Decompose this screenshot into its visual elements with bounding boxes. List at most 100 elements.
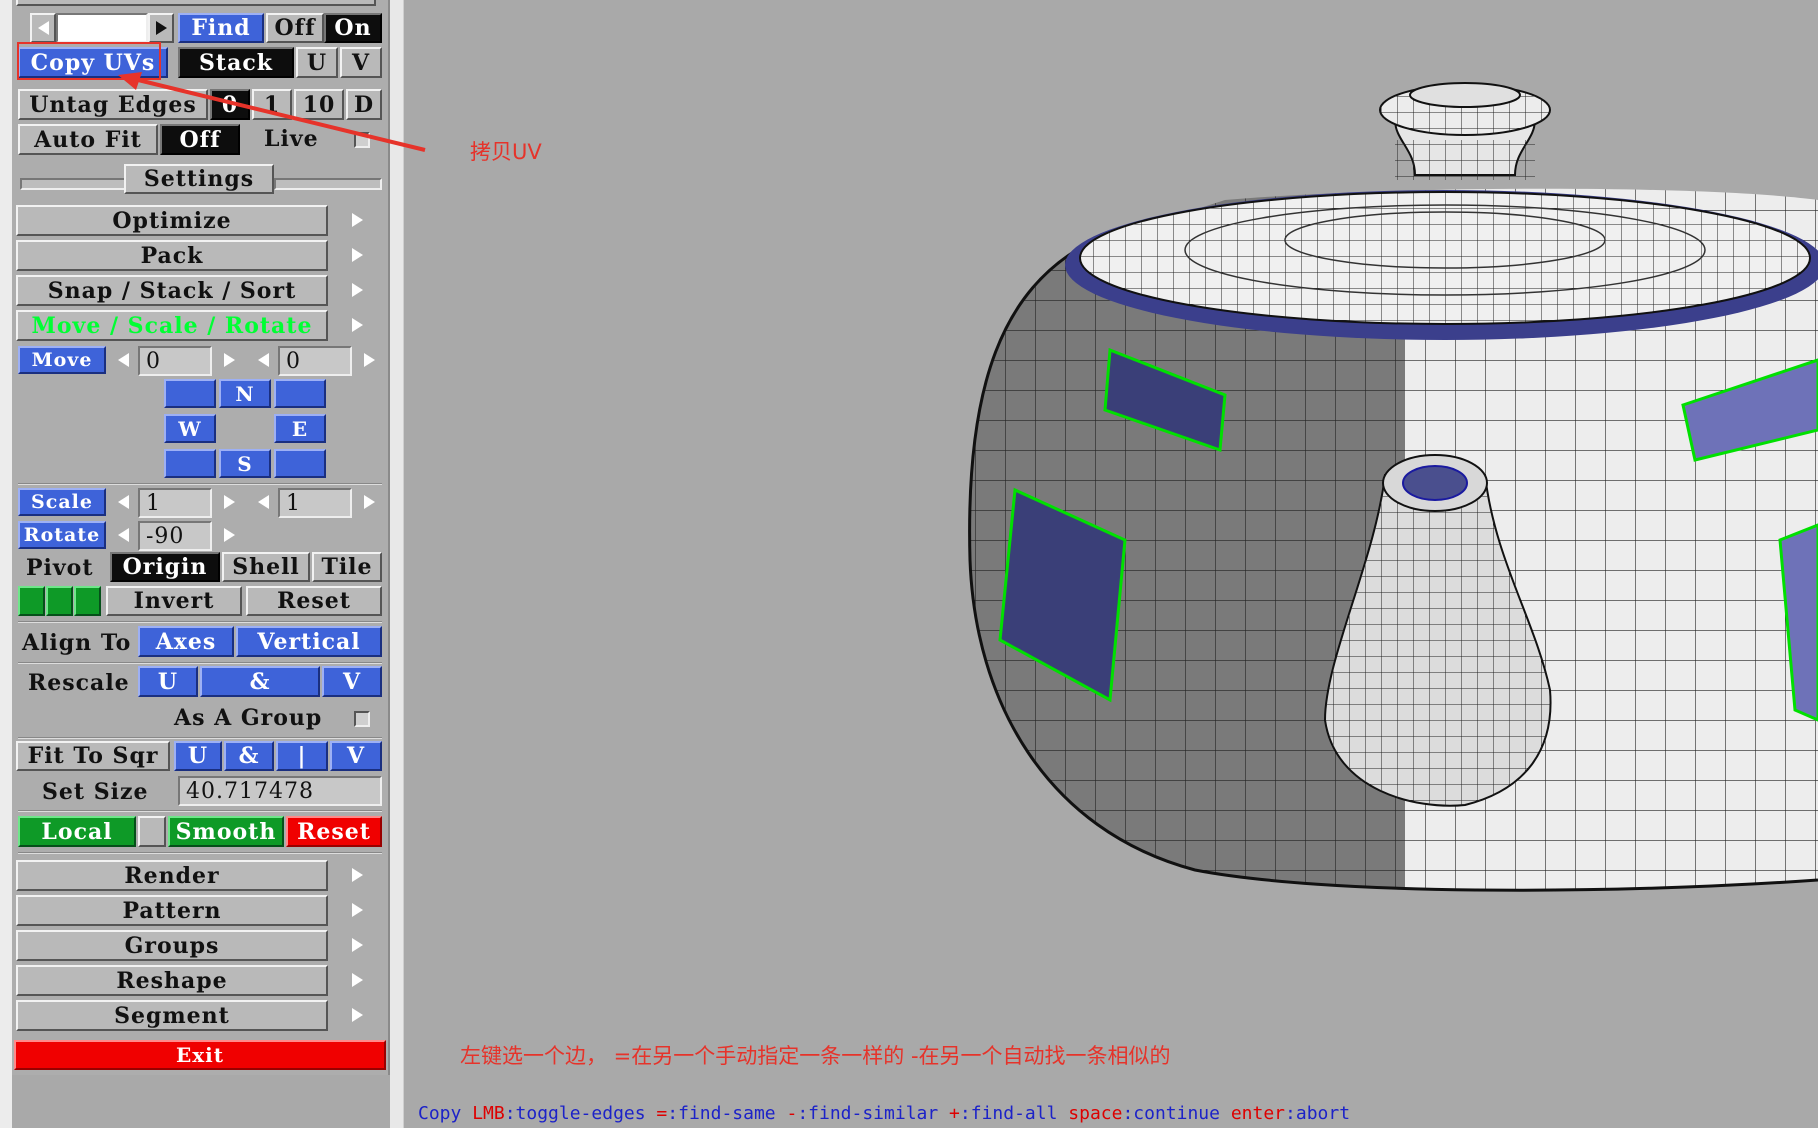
pattern-arrow-icon [352,903,363,917]
invert-separator [18,621,382,623]
rescale-u-button[interactable]: U [138,666,198,697]
local-button[interactable]: Local [18,816,136,847]
move-scale-arrow-icon [352,318,363,332]
status-part: :toggle-edges [504,1103,657,1124]
align-to-label: Align To [22,630,132,656]
status-part: :continue [1122,1103,1231,1124]
reset-pivot-button[interactable]: Reset [246,586,382,616]
groups-arrow-icon [352,938,363,952]
snap-arrow-icon [352,283,363,297]
align-vertical-button[interactable]: Vertical [236,626,382,657]
fit-bar-button[interactable]: | [276,741,328,771]
pack-arrow-icon [352,248,363,262]
scale-button[interactable]: Scale [18,488,106,516]
as-a-group-label: As A Group [174,705,323,731]
size-separator [18,810,382,812]
menu-groups[interactable]: Groups [16,930,328,961]
scale-x-dec-icon[interactable] [118,495,129,509]
move-ne-button[interactable] [274,379,326,408]
pivot-color-3[interactable] [74,586,101,616]
optimize-arrow-icon [352,213,363,227]
rescale-and-button[interactable]: & [200,666,320,697]
scale-y-field[interactable]: 1 [278,488,352,518]
fit-to-sqr-button[interactable]: Fit To Sqr [16,741,170,771]
exit-button[interactable]: Exit [14,1040,386,1070]
rotate-field[interactable]: -90 [138,521,212,551]
fit-v-button[interactable]: V [330,741,382,771]
local-separator [18,852,382,854]
annotation-copy-uv-label: 拷贝UV [470,140,542,164]
move-separator [18,483,382,485]
status-part: :find-all [959,1103,1069,1124]
move-sw-button[interactable] [164,449,216,478]
move-x-dec-icon[interactable] [118,353,129,367]
align-separator [18,662,382,664]
settings-separator-right [274,178,382,190]
move-nw-button[interactable] [164,379,216,408]
move-x-field[interactable]: 0 [138,346,212,376]
status-key: enter [1230,1103,1286,1124]
menu-reshape[interactable]: Reshape [16,965,328,996]
pivot-origin-button[interactable]: Origin [110,552,220,582]
status-key: LMB [472,1103,505,1124]
reset-button[interactable]: Reset [286,816,382,847]
segment-arrow-icon [352,1008,363,1022]
menu-optimize[interactable]: Optimize [16,205,328,236]
render-arrow-icon [352,868,363,882]
rotate-dec-icon[interactable] [118,528,129,542]
move-y-field[interactable]: 0 [278,346,352,376]
scale-x-inc-icon[interactable] [224,495,235,509]
pivot-tile-button[interactable]: Tile [312,552,382,582]
reshape-arrow-icon [352,973,363,987]
fit-and-button[interactable]: & [224,741,274,771]
fit-u-button[interactable]: U [174,741,222,771]
rescale-label: Rescale [28,670,130,696]
rotate-button[interactable]: Rotate [18,521,106,549]
set-size-field[interactable]: 40.717478 [178,776,382,806]
pivot-color-1[interactable] [18,586,45,616]
as-a-group-checkbox[interactable] [354,711,370,727]
smooth-button[interactable]: Smooth [168,816,284,847]
menu-move-scale-rotate[interactable]: Move / Scale / Rotate [16,310,328,341]
status-part: Copy [418,1103,473,1124]
rescale-v-button[interactable]: V [322,666,382,697]
local-smooth-slider[interactable] [138,816,166,847]
move-x-inc-icon[interactable] [224,353,235,367]
annotation-arrow [118,72,426,152]
move-y-dec-icon[interactable] [258,353,269,367]
status-key: - [786,1103,798,1124]
status-part: :find-similar [797,1103,950,1124]
status-part: :find-same [667,1103,787,1124]
scale-x-field[interactable]: 1 [138,488,212,518]
menu-render[interactable]: Render [16,860,328,891]
move-button[interactable]: Move [18,346,106,374]
teapot-lid [1065,82,1818,340]
invert-button[interactable]: Invert [106,586,242,616]
app-window: Find Off On Copy UVs Stack U V Untag Edg… [0,0,1818,1128]
menu-snap-stack-sort[interactable]: Snap / Stack / Sort [16,275,328,306]
status-key: + [949,1103,960,1124]
menu-pack[interactable]: Pack [16,240,328,271]
3d-viewport[interactable] [405,0,1818,1128]
pivot-shell-button[interactable]: Shell [222,552,310,582]
set-size-label: Set Size [42,779,149,805]
move-south-button[interactable]: S [219,449,271,478]
rescale-separator [18,737,382,739]
scale-y-dec-icon[interactable] [258,495,269,509]
move-north-button[interactable]: N [219,379,271,408]
move-west-button[interactable]: W [164,414,216,443]
status-key: space [1068,1103,1123,1124]
align-axes-button[interactable]: Axes [138,626,234,657]
annotation-instruction: 左键选一个边， =在另一个手动指定一条一样的 -在另一个自动找一条相似的 [460,1044,1171,1068]
menu-pattern[interactable]: Pattern [16,895,328,926]
pivot-color-2[interactable] [46,586,73,616]
move-y-inc-icon[interactable] [364,353,375,367]
status-part: :abort [1285,1103,1351,1124]
status-key: = [656,1103,668,1124]
rotate-inc-icon[interactable] [224,528,235,542]
move-east-button[interactable]: E [274,414,326,443]
move-se-button[interactable] [274,449,326,478]
menu-segment[interactable]: Segment [16,1000,328,1031]
teapot-model [968,82,1818,892]
scale-y-inc-icon[interactable] [364,495,375,509]
